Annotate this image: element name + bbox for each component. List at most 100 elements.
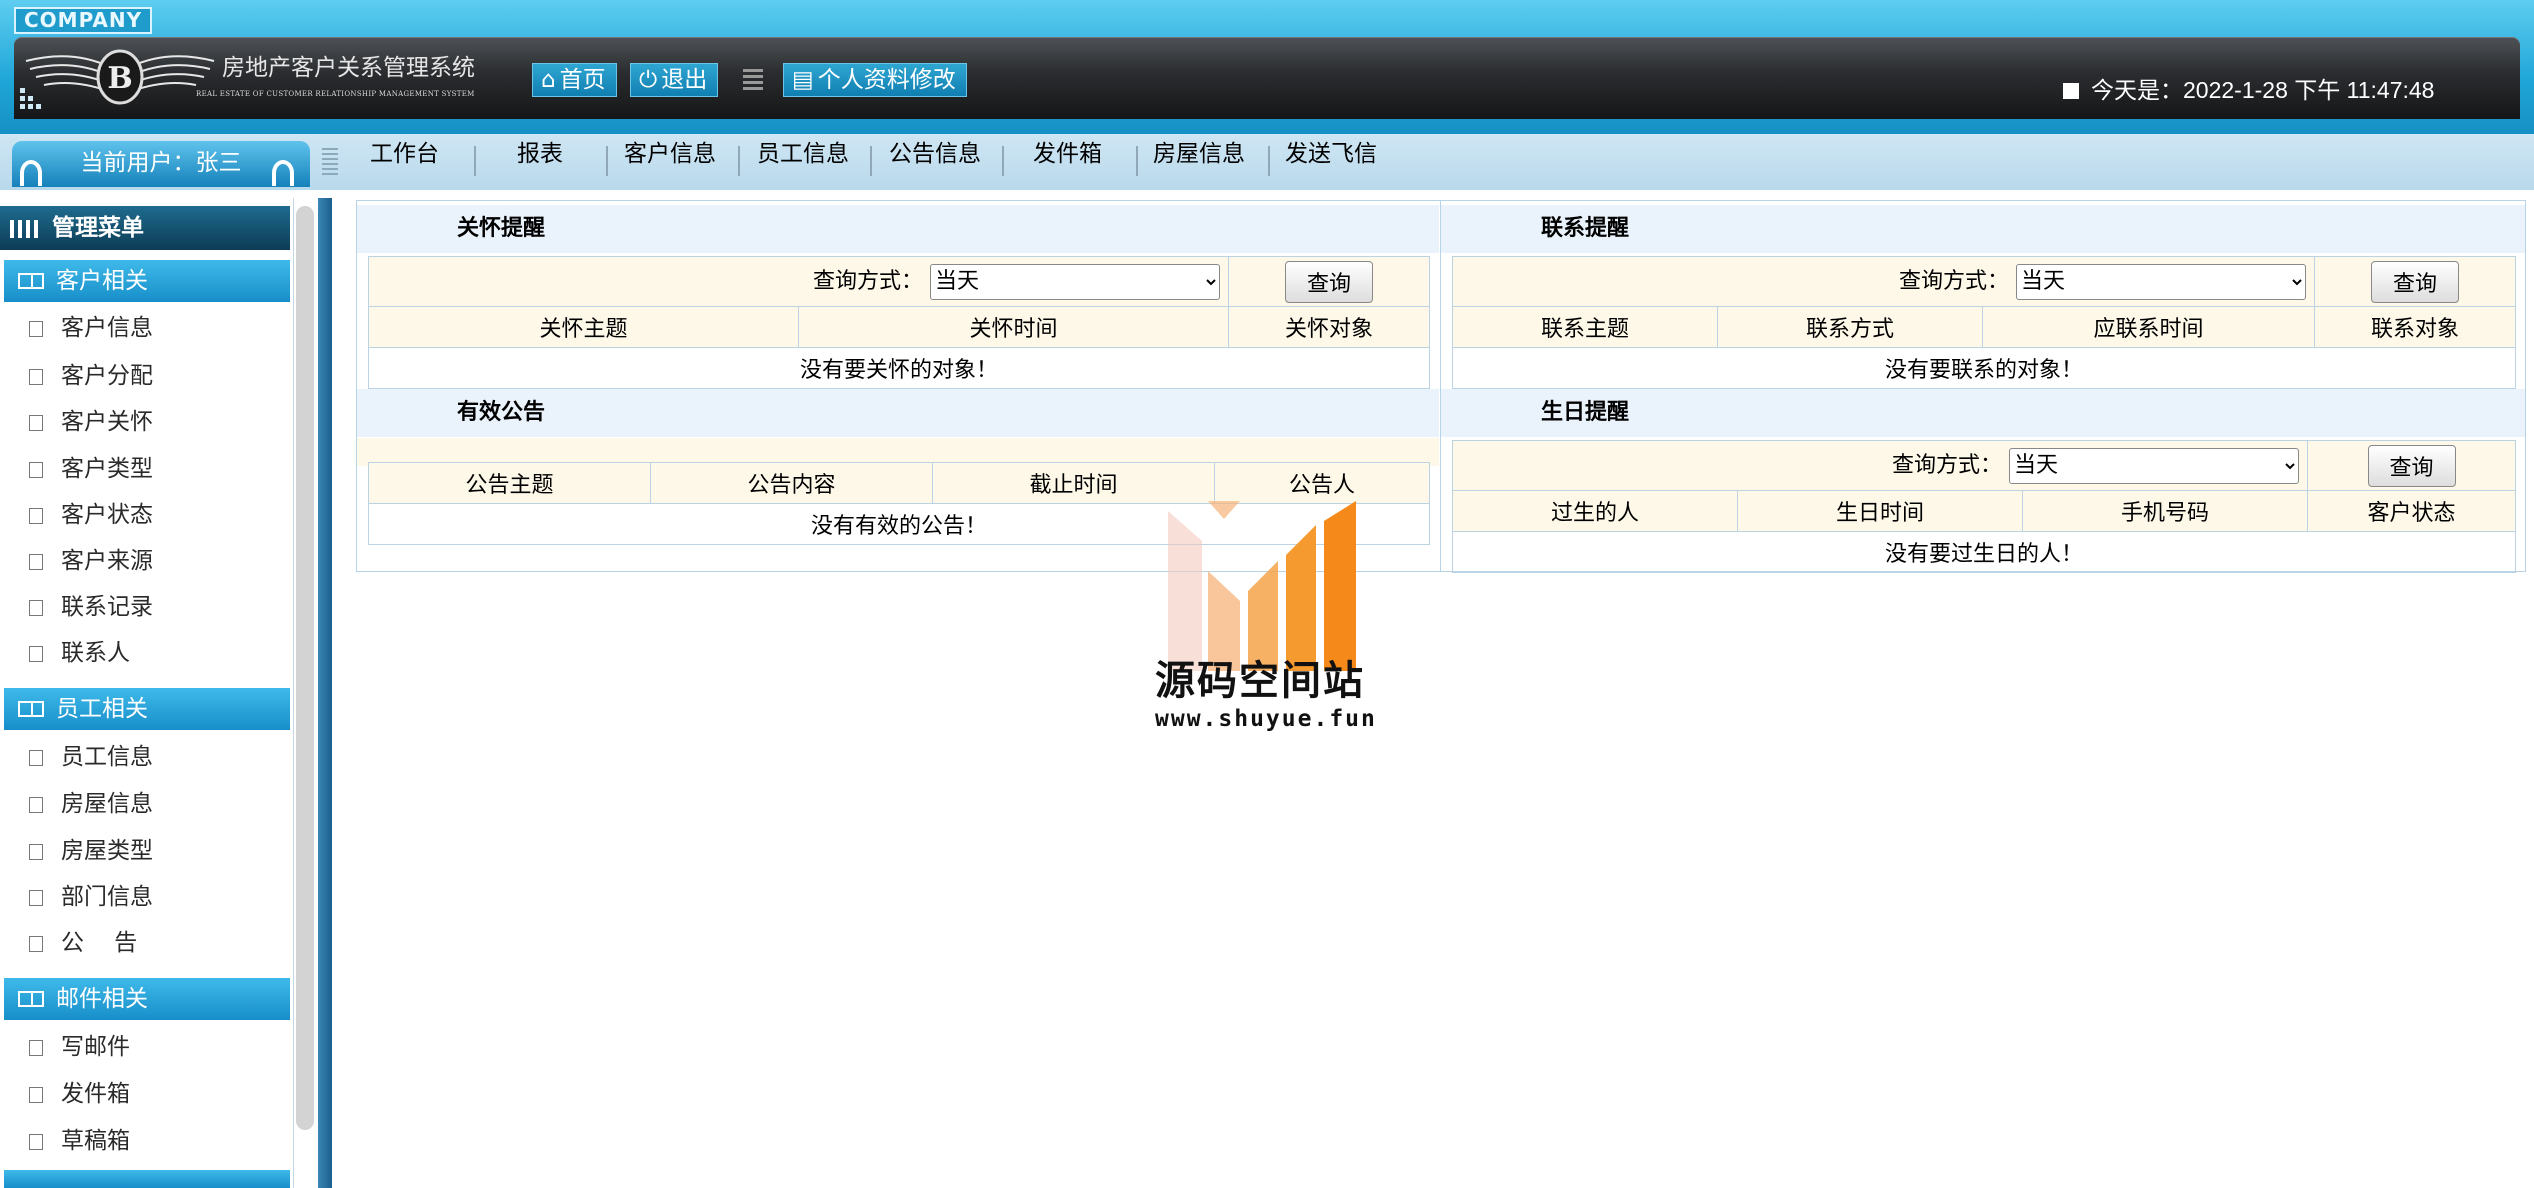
nav-item-employees[interactable]: 员工信息 xyxy=(757,134,849,190)
page-icon xyxy=(25,462,43,480)
page-icon xyxy=(25,646,43,664)
system-title: 房地产客户关系管理系统 xyxy=(222,55,475,81)
page-icon xyxy=(25,321,43,339)
current-user: 当前用户：张三 xyxy=(12,141,310,187)
care-query-select[interactable]: 当天 xyxy=(930,263,1220,300)
sidebar-item-write-mail[interactable]: 写邮件 xyxy=(25,1027,130,1067)
notice-panel-title: 有效公告 xyxy=(357,389,1439,437)
birthday-table: 查询方式： 当天 查询 过生的人 生日时间 手机号码 客户状态 没有要过生日的人… xyxy=(1452,440,2516,573)
system-subtitle: REAL ESTATE OF CUSTOMER RELATIONSHIP MAN… xyxy=(196,90,475,98)
contact-query-select[interactable]: 当天 xyxy=(2016,263,2306,300)
watermark-url: www.shuyue.fun xyxy=(1155,706,1377,732)
profile-edit-label: 个人资料修改 xyxy=(817,67,956,93)
page-icon xyxy=(25,369,43,387)
sidebar-item-label: 发件箱 xyxy=(61,1081,130,1107)
sidebar-item-customer-status[interactable]: 客户状态 xyxy=(25,495,153,535)
birthday-query-cell: 查询方式： 当天 xyxy=(1452,440,2308,491)
page-icon xyxy=(25,1134,43,1152)
logout-button[interactable]: ⏻ 退出 xyxy=(630,63,719,97)
contact-query-label: 查询方式： xyxy=(1898,269,2009,295)
home-button[interactable]: ⌂ 首页 xyxy=(532,63,617,97)
page-icon xyxy=(25,1087,43,1105)
sidebar-item-employee-info[interactable]: 员工信息 xyxy=(25,737,153,777)
nav-item-customers[interactable]: 客户信息 xyxy=(624,134,716,190)
sidebar-item-label: 房屋信息 xyxy=(61,791,153,817)
page-icon xyxy=(25,844,43,862)
contact-col-method: 联系方式 xyxy=(1717,306,1983,348)
care-col-time: 关怀时间 xyxy=(798,306,1229,348)
notice-col-subject: 公告主题 xyxy=(368,462,651,504)
birthday-query-select[interactable]: 当天 xyxy=(2009,447,2299,484)
nav-item-workbench[interactable]: 工作台 xyxy=(370,134,439,190)
care-query-label: 查询方式： xyxy=(812,269,923,295)
nav-item-reports[interactable]: 报表 xyxy=(517,134,563,190)
page-icon xyxy=(25,797,43,815)
sidebar-item-customer-info[interactable]: 客户信息 xyxy=(25,308,153,348)
page-icon xyxy=(25,554,43,572)
profile-edit-button[interactable]: ▤ 个人资料修改 xyxy=(783,63,967,97)
sidebar-item-customer-source[interactable]: 客户来源 xyxy=(25,541,153,581)
birthday-query-button[interactable]: 查询 xyxy=(2367,444,2456,487)
sidebar-item-label: 客户分配 xyxy=(61,363,153,389)
page-icon xyxy=(25,415,43,433)
contact-query-button[interactable]: 查询 xyxy=(2371,260,2459,303)
grid-icon xyxy=(10,220,40,238)
birthday-button-cell: 查询 xyxy=(2307,440,2516,491)
document-icon: ▤ xyxy=(792,67,814,93)
sidebar-item-label: 部门信息 xyxy=(61,884,153,910)
nav-item-outbox[interactable]: 发件箱 xyxy=(1033,134,1102,190)
sidebar-item-outbox[interactable]: 发件箱 xyxy=(25,1074,130,1114)
contact-query-cell: 查询方式： 当天 xyxy=(1452,256,2315,307)
sidebar-title-label: 管理菜单 xyxy=(52,215,144,241)
panel-divider xyxy=(1440,200,1441,572)
current-date: 今天是：2022-1-28 下午 11:47:48 xyxy=(2063,71,2434,105)
sidebar-group-employees[interactable]: 员工相关 xyxy=(4,688,290,730)
home-label: 首页 xyxy=(559,67,606,93)
sidebar-item-house-info[interactable]: 房屋信息 xyxy=(25,784,153,824)
watermark-title: 源码空间站 xyxy=(1155,658,1365,704)
nav-separator xyxy=(1268,146,1270,176)
logout-label: 退出 xyxy=(661,67,708,93)
knob-right-icon xyxy=(272,160,294,186)
group-label: 邮件相关 xyxy=(56,986,148,1012)
sidebar-group-mail[interactable]: 邮件相关 xyxy=(4,978,290,1020)
sidebar-item-label: 客户关怀 xyxy=(61,409,153,435)
separator-icon xyxy=(743,69,763,93)
contact-col-due-time: 应联系时间 xyxy=(1982,306,2315,348)
nav-item-fetion[interactable]: 发送飞信 xyxy=(1285,134,1377,190)
birthday-query-label: 查询方式： xyxy=(1891,453,2002,479)
company-logo: COMPANY xyxy=(14,7,153,34)
nav-item-notices[interactable]: 公告信息 xyxy=(889,134,981,190)
sidebar-item-customer-type[interactable]: 客户类型 xyxy=(25,449,153,489)
contact-col-target: 联系对象 xyxy=(2314,306,2516,348)
birthday-panel-title: 生日提醒 xyxy=(1441,389,2525,437)
sidebar-item-departments[interactable]: 部门信息 xyxy=(25,877,153,917)
nav-separator xyxy=(1136,146,1138,176)
care-empty-row: 没有要关怀的对象！ xyxy=(368,347,1430,389)
contact-button-cell: 查询 xyxy=(2314,256,2516,307)
sidebar-item-contacts[interactable]: 联系人 xyxy=(25,633,130,673)
sidebar-group-customers[interactable]: 客户相关 xyxy=(4,260,290,302)
square-icon xyxy=(2063,83,2079,99)
birthday-col-date: 生日时间 xyxy=(1737,490,2023,532)
sidebar-scrollbar[interactable] xyxy=(296,206,314,1130)
app-root: { "header": { "company_logo_text": "COMP… xyxy=(0,0,2534,1188)
care-col-subject: 关怀主题 xyxy=(368,306,799,348)
book-icon xyxy=(18,991,44,1007)
nav-item-houses[interactable]: 房屋信息 xyxy=(1153,134,1245,190)
contact-panel-title: 联系提醒 xyxy=(1441,205,2525,253)
sidebar-item-notices[interactable]: 公 告 xyxy=(25,923,137,963)
svg-text:B: B xyxy=(107,61,132,96)
nav-grip-icon xyxy=(322,148,338,178)
sidebar-item-house-type[interactable]: 房屋类型 xyxy=(25,831,153,871)
sidebar-item-label: 客户状态 xyxy=(61,502,153,528)
sidebar-item-contact-records[interactable]: 联系记录 xyxy=(25,587,153,627)
sidebar-item-customer-assign[interactable]: 客户分配 xyxy=(25,356,153,396)
power-icon: ⏻ xyxy=(639,67,658,93)
sidebar-item-drafts[interactable]: 草稿箱 xyxy=(25,1121,130,1161)
care-query-button[interactable]: 查询 xyxy=(1285,260,1373,303)
page-icon xyxy=(25,508,43,526)
nav-separator xyxy=(606,146,608,176)
sidebar-group-next[interactable] xyxy=(4,1170,290,1188)
sidebar-item-customer-care[interactable]: 客户关怀 xyxy=(25,402,153,442)
